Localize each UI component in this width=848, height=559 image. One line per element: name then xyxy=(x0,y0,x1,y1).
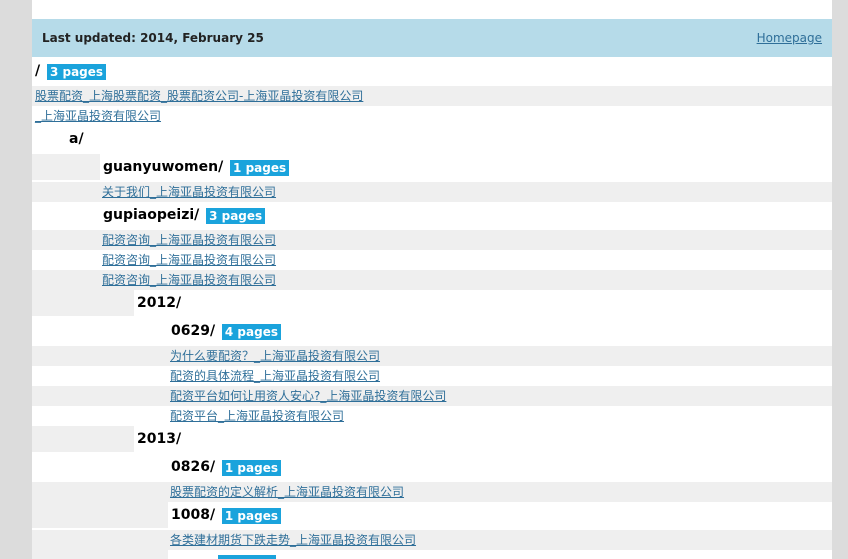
page-link[interactable]: 股票配资的定义解析_上海亚晶投资有限公司 xyxy=(170,485,404,499)
dir-name: 2013/ xyxy=(137,431,182,447)
sitemap-page: Last updated: 2014, February 25 Homepage… xyxy=(32,0,832,559)
dir-name: 0826/ xyxy=(171,459,216,475)
page-link[interactable]: 配资咨询_上海亚晶投资有限公司 xyxy=(102,273,276,287)
dir-name: guanyuwomen/ xyxy=(103,159,224,175)
page-count-badge: 3 pages xyxy=(206,207,266,224)
indent-spacer xyxy=(32,426,134,452)
indent-spacer xyxy=(32,502,168,528)
dir-name: 0629/ xyxy=(171,323,216,339)
page-link[interactable]: 配资平台如何让用资人安心?_上海亚晶投资有限公司 xyxy=(170,389,446,403)
dir-name: 1008/ xyxy=(171,507,216,523)
page-link[interactable]: 股票配资_上海股票配资_股票配资公司-上海亚晶投资有限公司 xyxy=(35,89,363,103)
dir-2013: 2013/ xyxy=(137,431,181,447)
dir-0826: 0826/ 1 pages xyxy=(171,459,281,476)
page-count-badge: 1 pages xyxy=(221,507,281,524)
list-item: _上海亚晶投资有限公司 xyxy=(32,106,832,126)
dir-name: 2012/ xyxy=(137,295,182,311)
page-link[interactable]: 配资平台_上海亚晶投资有限公司 xyxy=(170,409,344,423)
page-link[interactable]: 各类建材期货下跌走势_上海亚晶投资有限公司 xyxy=(170,533,416,547)
list-item: 配资咨询_上海亚晶投资有限公司 xyxy=(32,250,832,270)
list-item: 配资咨询_上海亚晶投资有限公司 xyxy=(32,270,832,290)
list-item: 股票配资的定义解析_上海亚晶投资有限公司 xyxy=(32,482,832,502)
indent-spacer xyxy=(32,290,134,316)
sitemap-header: Last updated: 2014, February 25 Homepage xyxy=(32,19,832,57)
page-link[interactable]: 配资咨询_上海亚晶投资有限公司 xyxy=(102,253,276,267)
page-count-badge: 3 pages xyxy=(46,63,107,80)
list-item: 配资的具体流程_上海亚晶投资有限公司 xyxy=(32,366,832,386)
list-item: 为什么要配资？_上海亚晶投资有限公司 xyxy=(32,346,832,366)
indent-spacer xyxy=(32,154,100,180)
dir-0629: 0629/ 4 pages xyxy=(171,323,281,340)
dir-name: gupiaopeizi/ xyxy=(103,207,200,223)
dir-root: / 3 pages xyxy=(35,63,107,80)
list-item: 配资平台_上海亚晶投资有限公司 xyxy=(32,406,832,426)
dir-guanyuwomen: guanyuwomen/ 1 pages xyxy=(103,159,290,176)
page-count-badge: 1 pages xyxy=(230,159,290,176)
page-link[interactable]: 为什么要配资？_上海亚晶投资有限公司 xyxy=(170,349,380,363)
list-item: 配资咨询_上海亚晶投资有限公司 xyxy=(32,230,832,250)
page-link[interactable]: 配资咨询_上海亚晶投资有限公司 xyxy=(102,233,276,247)
list-item: 配资平台如何让用资人安心?_上海亚晶投资有限公司 xyxy=(32,386,832,406)
homepage-link[interactable]: Homepage xyxy=(757,31,822,45)
page-count-badge: 1 pages xyxy=(221,459,281,476)
last-updated-text: Last updated: 2014, February 25 xyxy=(42,31,264,45)
page-count-badge-cut xyxy=(218,555,276,559)
page-link[interactable]: _上海亚晶投资有限公司 xyxy=(35,109,161,123)
list-item: 股票配资_上海股票配资_股票配资公司-上海亚晶投资有限公司 xyxy=(32,86,832,106)
dir-gupiaopeizi: gupiaopeizi/ 3 pages xyxy=(103,207,266,224)
dir-name: / xyxy=(35,63,41,79)
list-item: 各类建材期货下跌走势_上海亚晶投资有限公司 xyxy=(32,530,832,550)
dir-name: a/ xyxy=(69,131,84,147)
page-link[interactable]: 配资的具体流程_上海亚晶投资有限公司 xyxy=(170,369,380,383)
page-link[interactable]: 关于我们_上海亚晶投资有限公司 xyxy=(102,185,276,199)
list-item: 关于我们_上海亚晶投资有限公司 xyxy=(32,182,832,202)
indent-spacer xyxy=(32,550,168,559)
page-count-badge: 4 pages xyxy=(221,323,281,340)
dir-1008: 1008/ 1 pages xyxy=(171,507,281,524)
dir-2012: 2012/ xyxy=(137,295,181,311)
dir-a: a/ xyxy=(69,131,84,147)
